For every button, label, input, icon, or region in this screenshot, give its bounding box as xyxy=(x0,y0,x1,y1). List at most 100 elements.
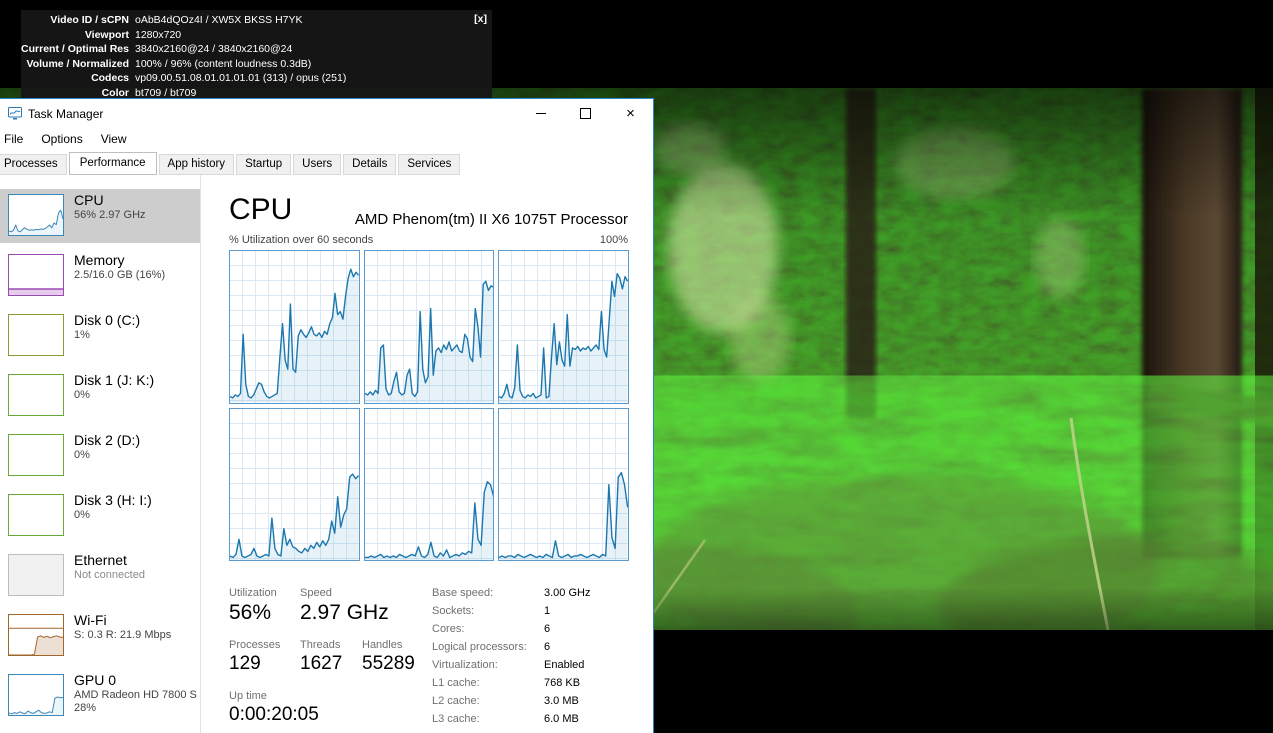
sidebar-item-detail: 0% xyxy=(74,509,90,521)
core-graph-cpu-0 xyxy=(229,250,360,404)
sidebar-item-cpu[interactable]: CPU 56% 2.97 GHz xyxy=(0,189,200,243)
stat-up-time: Up time 0:00:20:05 xyxy=(229,690,319,726)
window-controls: × xyxy=(518,99,653,128)
performance-content: CPU 56% 2.97 GHz Memory 2.5/16.0 GB (16%) Di… xyxy=(0,175,653,733)
sidebar-item-detail: 2.5/16.0 GB (16%) xyxy=(74,269,166,281)
menu-file[interactable]: File xyxy=(0,130,32,148)
sidebar-item-name: Disk 0 (C:) xyxy=(74,312,141,328)
spec-value: 3.0 MB xyxy=(544,695,579,707)
stat-label: Utilization xyxy=(229,587,277,599)
spec-label: L3 cache: xyxy=(432,713,480,725)
sidebar-item-text: Disk 1 (J: K:) 0% xyxy=(74,372,154,401)
menu-view[interactable]: View xyxy=(92,130,136,148)
disk-thumbnail xyxy=(8,494,64,536)
performance-sidebar: CPU 56% 2.97 GHz Memory 2.5/16.0 GB (16%) Di… xyxy=(0,175,201,733)
sidebar-item-detail2: 28% xyxy=(74,702,97,714)
titlebar[interactable]: Task Manager × xyxy=(0,99,653,128)
cpu-detail-pane: CPU AMD Phenom(tm) II X6 1075T Processor… xyxy=(202,175,653,733)
sidebar-item-name: Disk 2 (D:) xyxy=(74,432,141,448)
cpu-stats-right: Base speed: 3.00 GHz Sockets: 1 Cores: 6 Logic… xyxy=(432,587,590,731)
sidebar-item-detail: 1% xyxy=(74,329,90,341)
stats-for-nerds-panel: [x] Video ID / sCPN oAbB4dQOz4I / XW5X BK… xyxy=(21,10,492,99)
maximize-button[interactable] xyxy=(563,99,608,128)
stats-row-label: Codecs xyxy=(91,72,129,84)
close-icon: × xyxy=(626,105,635,122)
spec-label: Base speed: xyxy=(432,587,494,599)
stat-label: Processes xyxy=(229,639,281,651)
stat-value: 0:00:20:05 xyxy=(229,704,319,725)
sidebar-item-disk-2-d[interactable]: Disk 2 (D:) 0% xyxy=(0,429,200,483)
screen: [x] Video ID / sCPN oAbB4dQOz4I / XW5X BK… xyxy=(0,0,1273,733)
task-manager-icon xyxy=(8,107,22,120)
sidebar-item-disk-1-j-k[interactable]: Disk 1 (J: K:) 0% xyxy=(0,369,200,423)
spec-value: 6 xyxy=(544,641,551,653)
spec-sockets: Sockets: 1 xyxy=(432,605,590,623)
spec-cores: Cores: 6 xyxy=(432,623,590,641)
sidebar-item-gpu-0[interactable]: GPU 0 AMD Radeon HD 7800 S 28% xyxy=(0,669,200,723)
spec-label: Cores: xyxy=(432,623,465,635)
sidebar-item-detail: 56% 2.97 GHz xyxy=(74,209,146,221)
stat-label: Speed xyxy=(300,587,332,599)
tab-performance[interactable]: Performance xyxy=(68,152,157,175)
spec-label: Sockets: xyxy=(432,605,475,617)
spec-value: Enabled xyxy=(544,659,585,671)
sidebar-item-text: Disk 0 (C:) 1% xyxy=(74,312,140,341)
sidebar-item-detail: S: 0.3 R: 21.9 Mbps xyxy=(74,629,172,641)
stats-row-label: Video ID / sCPN xyxy=(50,14,129,26)
stat-speed: Speed 2.97 GHz xyxy=(300,587,389,625)
spec-value: 768 KB xyxy=(544,677,581,689)
sidebar-item-name: Wi-Fi xyxy=(74,612,107,628)
tab-services[interactable]: Services xyxy=(398,154,461,175)
window-title: Task Manager xyxy=(28,107,104,121)
cpu-thumbnail xyxy=(8,194,64,236)
stat-processes: Processes 129 xyxy=(229,639,280,675)
stats-close-button[interactable]: [x] xyxy=(474,13,487,25)
stat-value: 129 xyxy=(229,653,261,674)
sidebar-item-text: Disk 2 (D:) 0% xyxy=(74,432,140,461)
disk-thumbnail xyxy=(8,434,64,476)
tab-users[interactable]: Users xyxy=(293,154,342,175)
sidebar-item-text: GPU 0 AMD Radeon HD 7800 S 28% xyxy=(74,672,197,714)
stat-value: 55289 xyxy=(362,653,415,674)
stat-label: Up time xyxy=(229,690,267,702)
close-button[interactable]: × xyxy=(608,99,653,128)
stats-row-label: Current / Optimal Res xyxy=(21,43,129,55)
core-graph-cpu-2 xyxy=(498,250,629,404)
ethernet-thumbnail xyxy=(8,554,64,596)
sidebar-item-disk-3-h-i[interactable]: Disk 3 (H: I:) 0% xyxy=(0,489,200,543)
stat-threads: Threads 1627 xyxy=(300,639,342,675)
sidebar-item-wi-fi[interactable]: Wi-Fi S: 0.3 R: 21.9 Mbps xyxy=(0,609,200,663)
spec-value: 3.00 GHz xyxy=(544,587,591,599)
spec-value: 6 xyxy=(544,623,551,635)
minimize-icon xyxy=(535,113,546,114)
spec-virtualization: Virtualization: Enabled xyxy=(432,659,590,677)
tab-details[interactable]: Details xyxy=(343,154,397,175)
sidebar-item-text: Disk 3 (H: I:) 0% xyxy=(74,492,152,521)
spec-base-speed: Base speed: 3.00 GHz xyxy=(432,587,590,605)
sidebar-item-text: Memory 2.5/16.0 GB (16%) xyxy=(74,252,165,281)
spec-value: 1 xyxy=(544,605,551,617)
sidebar-item-name: CPU xyxy=(74,192,104,208)
sidebar-item-memory[interactable]: Memory 2.5/16.0 GB (16%) xyxy=(0,249,200,303)
menu-options[interactable]: Options xyxy=(32,130,91,148)
stat-handles: Handles 55289 xyxy=(362,639,415,675)
minimize-button[interactable] xyxy=(518,99,563,128)
gpu-thumbnail xyxy=(8,674,64,716)
sidebar-item-disk-0-c[interactable]: Disk 0 (C:) 1% xyxy=(0,309,200,363)
core-graph-cpu-3 xyxy=(229,407,360,561)
tab-startup[interactable]: Startup xyxy=(236,154,292,175)
stat-utilization: Utilization 56% xyxy=(229,587,277,625)
sidebar-item-name: Disk 1 (J: K:) xyxy=(74,372,155,388)
stats-row: Viewport 1280x720 xyxy=(21,28,492,43)
sidebar-item-ethernet[interactable]: Ethernet Not connected xyxy=(0,549,200,603)
sidebar-item-name: Disk 3 (H: I:) xyxy=(74,492,152,508)
tab-app-history[interactable]: App history xyxy=(158,154,235,175)
tab-processes[interactable]: Processes xyxy=(0,154,67,175)
spec-l3-cache: L3 cache: 6.0 MB xyxy=(432,713,590,731)
stats-row-value: 3840x2160@24 / 3840x2160@24 xyxy=(135,43,293,55)
sidebar-item-text: Ethernet Not connected xyxy=(74,552,145,581)
processor-name: AMD Phenom(tm) II X6 1075T Processor xyxy=(354,211,628,228)
sidebar-item-detail: AMD Radeon HD 7800 S xyxy=(74,689,197,701)
stats-row-value: vp09.00.51.08.01.01.01.01 (313) / opus (… xyxy=(135,72,347,84)
sidebar-item-name: Memory xyxy=(74,252,125,268)
